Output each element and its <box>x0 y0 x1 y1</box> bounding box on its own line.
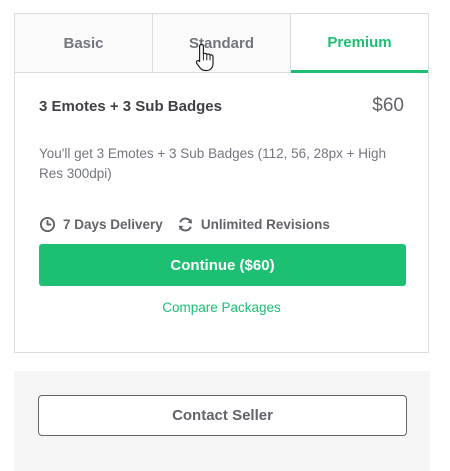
package-price: $60 <box>372 95 404 116</box>
feature-delivery-label: 7 Days Delivery <box>63 216 163 232</box>
package-title: 3 Emotes + 3 Sub Badges <box>39 97 222 115</box>
contact-seller-button[interactable]: Contact Seller <box>38 395 407 436</box>
feature-revisions-label: Unlimited Revisions <box>200 216 330 232</box>
tab-premium-label: Premium <box>327 33 392 51</box>
continue-button[interactable]: Continue ($60) <box>39 244 406 286</box>
package-content: 3 Emotes + 3 Sub Badges $60 You'll get 3… <box>15 95 428 315</box>
tab-standard[interactable]: Standard <box>153 14 291 72</box>
page: Basic Standard Premium 3 Emotes + 3 Sub … <box>0 0 450 471</box>
clock-icon <box>39 216 56 233</box>
contact-panel: Contact Seller <box>14 371 430 471</box>
compare-packages-link[interactable]: Compare Packages <box>39 300 404 315</box>
feature-delivery: 7 Days Delivery <box>39 216 163 233</box>
feature-revisions: Unlimited Revisions <box>177 216 330 233</box>
package-description: You'll get 3 Emotes + 3 Sub Badges (112,… <box>39 146 387 181</box>
package-features: 7 Days Delivery Unlimited Revisions <box>39 214 404 234</box>
package-tabs: Basic Standard Premium <box>15 14 428 73</box>
package-header: 3 Emotes + 3 Sub Badges $60 <box>39 95 404 117</box>
tab-standard-label: Standard <box>188 34 254 52</box>
tab-basic[interactable]: Basic <box>15 14 153 72</box>
refresh-icon <box>177 216 194 233</box>
tab-premium[interactable]: Premium <box>291 14 428 73</box>
tab-basic-label: Basic <box>63 34 104 52</box>
package-card: Basic Standard Premium 3 Emotes + 3 Sub … <box>14 13 429 353</box>
